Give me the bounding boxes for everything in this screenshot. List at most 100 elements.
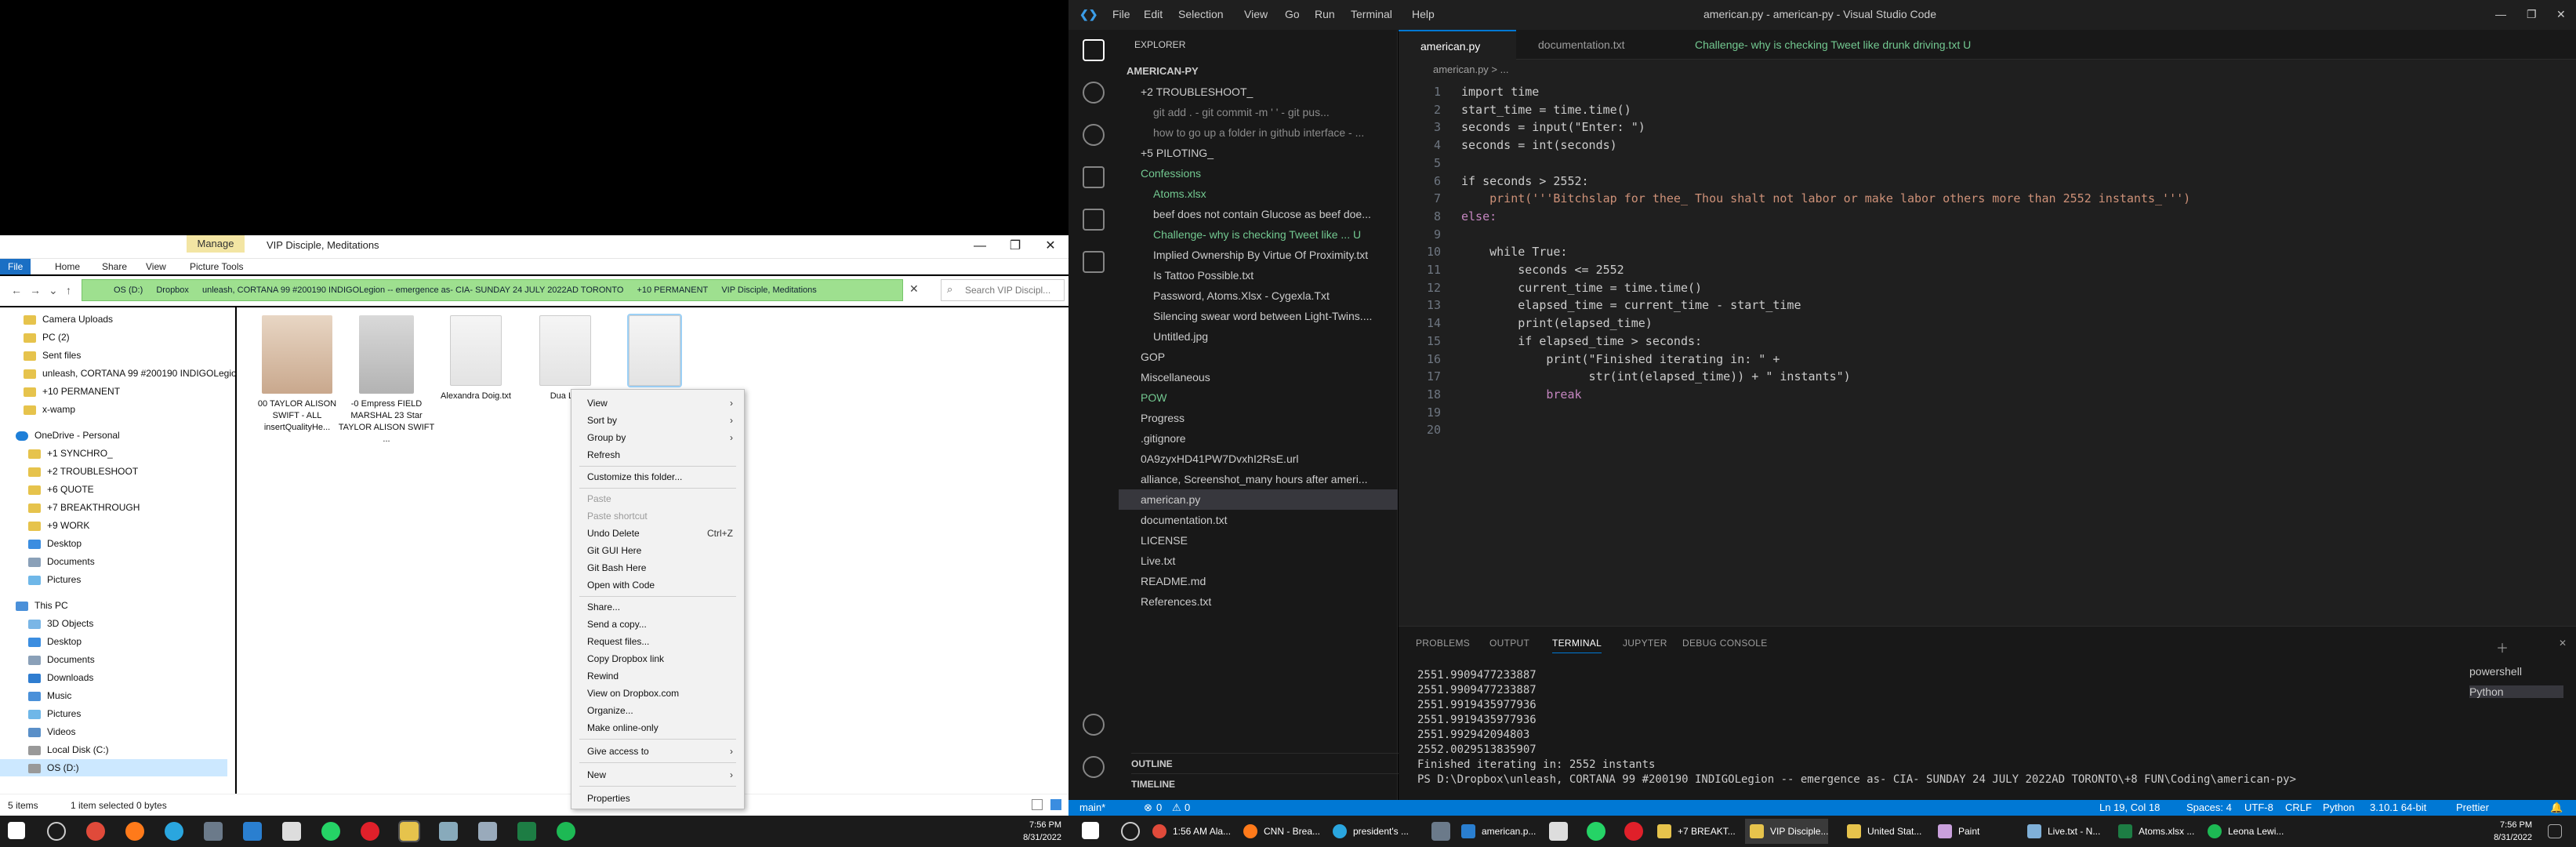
clock[interactable]: 7:56 PM 8/31/2022	[2469, 819, 2532, 844]
start-icon[interactable]	[1082, 822, 1099, 839]
menu-item-rewind[interactable]: Rewind	[571, 667, 744, 685]
app-icon[interactable]	[204, 822, 223, 841]
tab-documentation[interactable]: documentation.txt	[1516, 30, 1673, 60]
menu-item-organize[interactable]: Organize...	[571, 702, 744, 719]
menu-item-share[interactable]: Share...	[571, 598, 744, 616]
panel-tab-debug-console[interactable]: DEBUG CONSOLE	[1682, 638, 1768, 649]
timeline-section[interactable]: TIMELINE	[1131, 773, 1410, 794]
root-folder[interactable]: AMERICAN-PY	[1127, 61, 1406, 82]
tree-item[interactable]: POW	[1119, 387, 1398, 408]
warning-icon[interactable]: ⚠	[1172, 800, 1181, 816]
tree-item[interactable]: Silencing swear word between Light-Twins…	[1119, 306, 1398, 326]
close-icon[interactable]: ✕	[1035, 237, 1066, 256]
tree-item[interactable]: git add . - git commit -m ' ' - git pus.…	[1119, 102, 1398, 122]
tree-item[interactable]: beef does not contain Glucose as beef do…	[1119, 204, 1398, 224]
tree-item[interactable]: Miscellaneous	[1119, 367, 1398, 387]
menu-edit[interactable]: Edit	[1144, 8, 1163, 20]
tree-item[interactable]: alliance, Screenshot_many hours after am…	[1119, 469, 1398, 489]
notification-icon[interactable]	[2548, 824, 2562, 838]
up-icon[interactable]: ↑	[66, 284, 71, 296]
details-view-icon[interactable]	[1032, 799, 1043, 810]
app-icon[interactable]	[439, 822, 458, 841]
explorer-icon[interactable]	[1083, 39, 1105, 61]
menu-item-git-gui[interactable]: Git GUI Here	[571, 542, 744, 559]
menu-item-paste[interactable]: Paste	[571, 490, 744, 507]
nav-item[interactable]: Desktop	[28, 535, 82, 552]
ribbon-tab-share[interactable]: Share	[94, 259, 135, 274]
path-segment[interactable]: +10 PERMANENT	[637, 285, 708, 295]
tab-american-py[interactable]: american.py	[1399, 30, 1516, 60]
forward-icon[interactable]: →	[30, 284, 41, 296]
ribbon-tab-view[interactable]: View	[138, 259, 174, 274]
tree-item[interactable]: 0A9zyxHD41PW7DvxhI2RsE.url	[1119, 449, 1398, 469]
close-icon[interactable]: ✕	[2556, 8, 2566, 21]
menu-help[interactable]: Help	[1412, 8, 1435, 20]
menu-item-make-online-only[interactable]: Make online-only	[571, 719, 744, 736]
nav-item[interactable]: Pictures	[28, 571, 81, 588]
menu-run[interactable]: Run	[1315, 8, 1335, 20]
menu-item-sort-by[interactable]: Sort by ›	[571, 412, 744, 429]
tree-item[interactable]: +5 PILOTING_	[1119, 143, 1398, 163]
minimize-icon[interactable]: —	[2495, 8, 2506, 20]
ribbon-tab-file[interactable]: File	[0, 259, 31, 274]
terminal-powershell[interactable]: powershell	[2469, 665, 2522, 678]
testing-icon[interactable]	[1083, 251, 1105, 273]
tree-item[interactable]: +2 TROUBLESHOOT_	[1119, 82, 1398, 102]
file-item[interactable]: -0 Empress FIELD MARSHAL 23 Star TAYLOR …	[336, 315, 437, 445]
nav-item[interactable]: x-wamp	[24, 401, 75, 418]
nav-item[interactable]: Downloads	[28, 669, 93, 686]
nav-item[interactable]: Documents	[28, 553, 95, 570]
nav-item[interactable]: Videos	[28, 723, 75, 740]
menu-item-open-with-code[interactable]: Open with Code	[571, 576, 744, 594]
taskbar-item-active[interactable]: VIP Disciple...	[1745, 819, 1829, 844]
firefox-icon[interactable]	[125, 822, 144, 841]
menu-item-properties[interactable]: Properties	[571, 790, 744, 807]
menu-item-request-files[interactable]: Request files...	[571, 633, 744, 650]
nav-item[interactable]: unleash, CORTANA 99 #200190 INDIGOLegion	[24, 365, 241, 382]
nav-item[interactable]: +1 SYNCHRO_	[28, 445, 113, 462]
ribbon-tab-home[interactable]: Home	[47, 259, 88, 274]
path-segment[interactable]: VIP Disciple, Meditations	[721, 285, 816, 295]
app-icon[interactable]	[478, 822, 497, 841]
taskbar-item[interactable]: United Stat...	[1842, 819, 1921, 844]
chrome-icon[interactable]	[86, 822, 105, 841]
errors-icon[interactable]: ⊗	[1144, 800, 1152, 816]
outline-section[interactable]: OUTLINE	[1131, 753, 1410, 773]
whatsapp-icon[interactable]	[321, 822, 340, 841]
menu-file[interactable]: File	[1112, 8, 1130, 20]
file-item-selected[interactable]	[604, 314, 706, 391]
nav-item[interactable]: +7 BREAKTHROUGH	[28, 499, 140, 516]
search-input[interactable]: Search VIP Discipl...	[941, 279, 1065, 301]
menu-terminal[interactable]: Terminal	[1351, 8, 1392, 20]
app-icon[interactable]	[282, 822, 301, 841]
menu-item-new[interactable]: New ›	[571, 766, 744, 783]
tree-item[interactable]: Is Tattoo Possible.txt	[1119, 265, 1398, 285]
terminal-python[interactable]: Python	[2469, 685, 2563, 698]
tree-item[interactable]: how to go up a folder in github interfac…	[1119, 122, 1398, 143]
taskbar-item[interactable]: 1:56 AM Ala...	[1148, 819, 1231, 844]
close-panel-icon[interactable]: ✕	[2559, 638, 2567, 649]
maximize-icon[interactable]: ❐	[1000, 237, 1031, 256]
extensions-icon[interactable]	[1083, 209, 1105, 231]
cursor-position[interactable]: Ln 19, Col 18	[2099, 800, 2160, 816]
search-icon[interactable]	[1083, 82, 1105, 104]
menu-go[interactable]: Go	[1285, 8, 1300, 20]
tab-challenge[interactable]: Challenge- why is checking Tweet like dr…	[1673, 30, 2002, 60]
tree-item[interactable]: Implied Ownership By Virtue Of Proximity…	[1119, 245, 1398, 265]
taskbar-item[interactable]: Leona Lewi...	[2203, 819, 2284, 844]
nav-item[interactable]: PC (2)	[24, 329, 70, 346]
menu-item-give-access[interactable]: Give access to ›	[571, 743, 744, 760]
tree-item[interactable]: Progress	[1119, 408, 1398, 428]
taskbar-item[interactable]: president's ...	[1328, 819, 1409, 844]
path-segment[interactable]: Dropbox	[156, 285, 189, 295]
start-icon[interactable]	[8, 822, 25, 839]
search-icon[interactable]	[47, 822, 66, 841]
ribbon-tab-picture-tools[interactable]: Picture Tools	[182, 259, 251, 274]
opera-icon[interactable]	[1624, 822, 1643, 841]
code-content[interactable]: import time start_time = time.time() secon…	[1461, 83, 2190, 421]
taskbar-item[interactable]: +7 BREAKT...	[1653, 819, 1736, 844]
tree-item[interactable]: Live.txt	[1119, 551, 1398, 571]
taskbar-item[interactable]: Atoms.xlsx ...	[2113, 819, 2194, 844]
file-item[interactable]: Alexandra Doig.txt	[425, 315, 527, 402]
encoding[interactable]: UTF-8	[2244, 800, 2273, 816]
